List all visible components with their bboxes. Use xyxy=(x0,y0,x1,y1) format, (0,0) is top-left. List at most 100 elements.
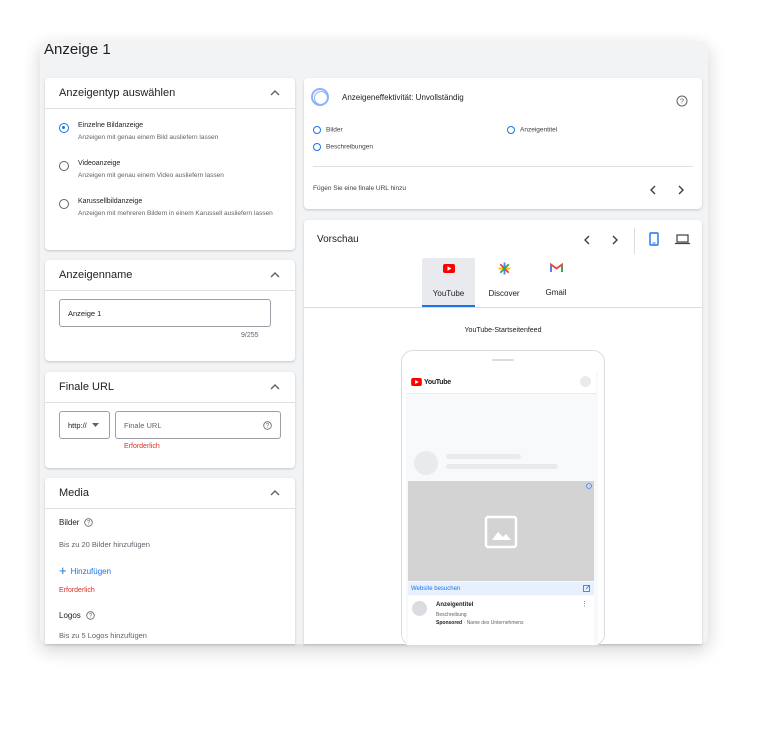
ad-image-placeholder[interactable] xyxy=(408,481,594,581)
tabs-divider xyxy=(304,307,702,308)
media-header[interactable]: Media xyxy=(45,478,295,509)
feed-label: YouTube-Startseitenfeed xyxy=(464,327,542,334)
media-title: Media xyxy=(59,487,89,499)
missing-headline[interactable]: Anzeigentitel xyxy=(507,126,557,134)
effectiveness-title: Anzeigeneffektivität: Unvollständig xyxy=(342,92,464,102)
ad-type-option-carousel[interactable]: Karussellbildanzeige Anzeigen mit mehrer… xyxy=(59,198,283,218)
mobile-device-icon[interactable] xyxy=(649,232,659,246)
youtube-icon xyxy=(442,264,455,273)
option-label: Karussellbildanzeige xyxy=(78,198,143,205)
help-icon[interactable]: ? xyxy=(263,420,272,430)
ad-name-value: Anzeige 1 xyxy=(68,308,102,318)
tab-label: Gmail xyxy=(545,288,567,297)
toolbar-divider xyxy=(634,228,635,254)
final-url-error: Erforderlich xyxy=(124,443,160,450)
final-url-input[interactable]: Finale URL ? xyxy=(115,411,281,439)
phone-speaker xyxy=(492,359,514,361)
skeleton-avatar xyxy=(414,451,438,475)
open-in-new-icon xyxy=(583,585,590,592)
youtube-logo-icon xyxy=(411,378,422,386)
missing-item-label: Beschreibungen xyxy=(326,143,373,151)
youtube-topbar: YouTube xyxy=(406,371,596,394)
account-avatar[interactable] xyxy=(580,376,591,387)
add-images-button[interactable]: + Hinzufügen xyxy=(59,563,112,578)
final-url-title: Finale URL xyxy=(59,381,115,393)
protocol-value: http:// xyxy=(68,420,87,430)
ad-name-counter: 9/255 xyxy=(241,332,259,339)
skeleton-line xyxy=(446,464,558,469)
chevron-right-icon[interactable] xyxy=(677,185,685,195)
option-label: Einzelne Bildanzeige xyxy=(78,122,143,129)
chevron-right-icon[interactable] xyxy=(611,235,619,245)
option-description: Anzeigen mit mehreren Bildern in einem K… xyxy=(78,210,273,217)
image-placeholder-icon xyxy=(484,515,518,549)
tab-youtube[interactable]: YouTube xyxy=(422,258,475,307)
ad-type-option-video[interactable]: Videoanzeige Anzeigen mit genau einem Vi… xyxy=(59,160,224,180)
radio-icon[interactable] xyxy=(59,199,69,209)
phone-screen: YouTube Website besuchen Anzeigentitel B… xyxy=(406,371,598,645)
protocol-select[interactable]: http:// xyxy=(59,411,110,439)
page-title: Anzeige 1 xyxy=(44,41,111,58)
option-description: Anzeigen mit genau einem Bild ausliefern… xyxy=(78,134,219,141)
status-circle-icon xyxy=(313,126,321,134)
ad-name-card: Anzeigenname Anzeige 1 9/255 xyxy=(45,260,295,361)
effectiveness-card: Anzeigeneffektivität: Unvollständig ? Bi… xyxy=(304,78,702,209)
adchoices-icon[interactable] xyxy=(586,483,592,489)
final-url-header[interactable]: Finale URL xyxy=(45,372,295,403)
radio-icon[interactable] xyxy=(59,161,69,171)
status-circle-icon xyxy=(313,143,321,151)
phone-mockup: YouTube Website besuchen Anzeigentitel B… xyxy=(401,350,605,646)
tab-discover[interactable]: Discover xyxy=(480,258,528,305)
tab-label: YouTube xyxy=(432,289,465,298)
svg-text:?: ? xyxy=(680,97,684,106)
company-name: · Name des Unternehmens xyxy=(463,620,524,626)
status-circle-icon xyxy=(507,126,515,134)
discover-icon xyxy=(498,262,510,275)
chevron-up-icon[interactable] xyxy=(269,87,281,99)
gmail-icon xyxy=(549,262,563,272)
logos-hint: Bis zu 5 Logos hinzufügen xyxy=(59,631,147,640)
help-icon[interactable]: ? xyxy=(676,95,688,107)
ad-type-option-single-image[interactable]: Einzelne Bildanzeige Anzeigen mit genau … xyxy=(59,122,218,142)
advertiser-avatar xyxy=(412,601,427,616)
youtube-logo-text: YouTube xyxy=(424,378,451,386)
chevron-left-icon[interactable] xyxy=(649,185,657,195)
tab-label: Discover xyxy=(488,289,520,298)
option-description: Anzeigen mit genau einem Video ausliefer… xyxy=(78,172,224,179)
visit-website-bar[interactable]: Website besuchen xyxy=(408,582,594,595)
add-label: Hinzufügen xyxy=(70,566,112,576)
plus-icon: + xyxy=(59,563,67,578)
visit-website-label: Website besuchen xyxy=(411,585,461,592)
media-error: Erforderlich xyxy=(59,587,95,594)
media-card: Media Bilder ? Bis zu 20 Bilder hinzufüg… xyxy=(45,478,295,644)
option-label: Videoanzeige xyxy=(78,160,121,167)
tab-gmail[interactable]: Gmail xyxy=(534,258,578,305)
missing-item-label: Bilder xyxy=(326,126,343,134)
ad-type-header[interactable]: Anzeigentyp auswählen xyxy=(45,78,295,109)
ad-name-input[interactable]: Anzeige 1 xyxy=(59,299,271,327)
ad-description: Beschreibung xyxy=(436,612,467,618)
desktop-device-icon[interactable] xyxy=(675,234,690,245)
logos-label: Logos xyxy=(59,611,81,620)
images-label-row: Bilder ? xyxy=(59,518,94,527)
help-icon[interactable]: ? xyxy=(86,611,95,620)
ad-title: Anzeigentitel xyxy=(436,602,474,608)
chevron-left-icon[interactable] xyxy=(583,235,591,245)
chevron-up-icon[interactable] xyxy=(269,487,281,499)
ad-type-title: Anzeigentyp auswählen xyxy=(59,87,176,99)
help-icon[interactable]: ? xyxy=(84,518,94,527)
final-url-placeholder: Finale URL xyxy=(124,420,162,430)
ad-name-header[interactable]: Anzeigenname xyxy=(45,260,295,291)
final-url-card: Finale URL http:// Finale URL ? Erforder… xyxy=(45,372,295,468)
missing-images[interactable]: Bilder xyxy=(313,126,343,134)
radio-selected-icon[interactable] xyxy=(59,123,69,133)
skeleton-line xyxy=(446,454,521,459)
sponsored-label: Sponsored xyxy=(436,620,463,626)
logos-label-row: Logos ? xyxy=(59,611,95,620)
chevron-up-icon[interactable] xyxy=(269,381,281,393)
chevron-up-icon[interactable] xyxy=(269,269,281,281)
more-vert-icon[interactable]: ⋮ xyxy=(581,601,588,608)
missing-descriptions[interactable]: Beschreibungen xyxy=(313,143,373,151)
effectiveness-hint: Fügen Sie eine finale URL hinzu xyxy=(313,185,406,192)
divider xyxy=(313,166,693,167)
